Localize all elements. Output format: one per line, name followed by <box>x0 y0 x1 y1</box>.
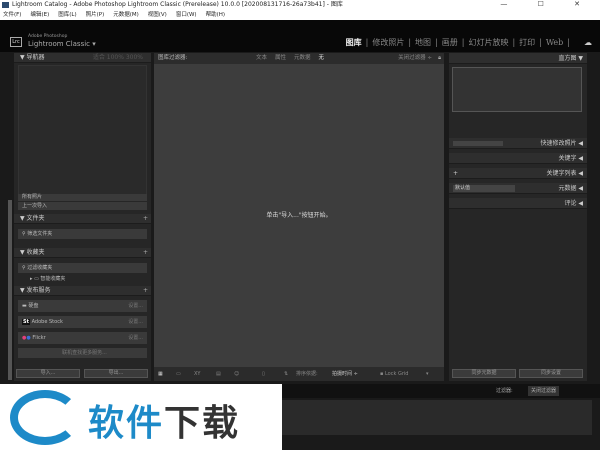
navigator-zoom[interactable]: 适合 100% 300% <box>93 53 143 63</box>
find-more-services-button[interactable]: 联机查找更多服务... <box>18 348 147 358</box>
filmstrip-filter-dropdown[interactable]: 关闭过滤器 <box>528 386 560 396</box>
module-slideshow[interactable]: 幻灯片放映 <box>468 38 508 47</box>
spray-can-icon[interactable]: ▯ <box>262 367 265 381</box>
brand-line1: Adobe Photoshop <box>28 34 68 39</box>
dragon-logo-icon <box>10 390 80 445</box>
brand-line2[interactable]: Lightroom Classic ▾ <box>28 40 96 48</box>
menu-window[interactable]: 窗口(W) <box>176 12 197 18</box>
histogram <box>452 67 582 112</box>
module-develop[interactable]: 修改照片 <box>372 38 404 47</box>
lock-grid-checkbox[interactable]: ▪ Lock Grid <box>380 367 408 381</box>
menu-edit[interactable]: 编辑(E) <box>30 12 49 18</box>
menu-library[interactable]: 图库(L) <box>58 12 76 18</box>
watermark-text: 软件下载 <box>88 403 241 444</box>
metadata-preset-dropdown[interactable]: 默认值 <box>453 185 515 192</box>
histogram-header[interactable]: 直方图 ▼ <box>449 53 587 64</box>
publish-services-header[interactable]: ▼ 发布服务 + <box>14 286 151 296</box>
left-panel: ▼ 导航器 适合 100% 300% 所有照片 上一次导入 ▼ 文件夹 + ⚲ 筛选… <box>14 53 151 381</box>
window-controls[interactable]: — ☐ ✕ <box>500 0 594 8</box>
people-view-icon[interactable]: ☺ <box>234 367 239 381</box>
quick-develop-header[interactable]: 快速修改照片 ◀ <box>449 138 587 149</box>
filter-collections-input[interactable]: ⚲ 过滤收藏夹 <box>18 263 147 273</box>
cloud-icon[interactable]: ☁ <box>584 38 592 47</box>
filter-folders-input[interactable]: ⚲ 筛选文件夹 <box>18 229 147 239</box>
folders-header[interactable]: ▼ 文件夹 + <box>14 214 151 224</box>
add-icon: + <box>142 287 148 294</box>
sync-metadata-button[interactable]: 同步元数据 <box>452 369 516 378</box>
collections-header[interactable]: ▼ 收藏夹 + <box>14 248 151 258</box>
import-button[interactable]: 导入... <box>16 369 80 378</box>
grid-view-icon[interactable]: ▦ <box>158 367 163 381</box>
lrc-logo: Lrc <box>10 37 22 47</box>
keyword-list-header[interactable]: + 关键字列表 ◀ <box>449 168 587 179</box>
import-hint: 单击"导入..."按钮开始。 <box>266 212 332 219</box>
toolbar-menu-icon[interactable]: ▾ <box>426 367 429 381</box>
add-icon: + <box>142 215 148 222</box>
keywording-header[interactable]: 关键字 ◀ <box>449 153 587 164</box>
menu-photo[interactable]: 照片(P) <box>86 12 105 18</box>
add-icon: + <box>142 249 148 256</box>
filmstrip-bar: 过滤器: 关闭过滤器 <box>282 384 600 398</box>
sort-dropdown[interactable]: 拍摄时间 ÷ <box>332 367 358 381</box>
survey-view-icon[interactable]: ▤ <box>216 367 221 381</box>
module-map[interactable]: 地图 <box>415 38 431 47</box>
lock-icon[interactable]: 🔒︎ <box>438 53 441 64</box>
module-print[interactable]: 打印 <box>519 38 535 47</box>
toolbar: ▦ ▭ XY ▤ ☺ ▯ ⇅ 排序依据: 拍摄时间 ÷ ▪ Lock Grid … <box>154 367 444 381</box>
menu-bar: 文件(F) 编辑(E) 图库(L) 照片(P) 元数据(M) 视图(V) 窗口(W) 帮助(H… <box>0 10 600 20</box>
menu-help[interactable]: 帮助(H) <box>206 12 225 18</box>
module-web[interactable]: Web <box>546 38 563 47</box>
export-button[interactable]: 导出... <box>84 369 148 378</box>
navigator-preview <box>18 65 147 197</box>
menu-view[interactable]: 视图(V) <box>148 12 167 18</box>
smart-collections[interactable]: ▸ ▭ 智能收藏夹 <box>18 274 147 284</box>
catalog-all-photos[interactable]: 所有照片 <box>18 194 147 201</box>
menu-file[interactable]: 文件(F) <box>3 12 21 18</box>
filter-attribute[interactable]: 属性 <box>275 55 286 61</box>
menu-metadata[interactable]: 元数据(M) <box>113 12 139 18</box>
sort-label: 排序依据: <box>296 371 318 377</box>
navigator-header[interactable]: ▼ 导航器 适合 100% 300% <box>14 53 151 63</box>
filmstrip-filter-label: 过滤器: <box>496 388 513 394</box>
filmstrip[interactable] <box>282 400 592 435</box>
module-library[interactable]: 图库 <box>346 37 362 47</box>
compare-view-icon[interactable]: XY <box>194 367 200 381</box>
filter-text[interactable]: 文本 <box>256 55 267 61</box>
filter-metadata[interactable]: 元数据 <box>294 55 311 61</box>
service-hard-drive[interactable]: ▬ 硬盘 设置... <box>18 300 147 312</box>
filter-label: 图库过滤器: <box>158 55 188 61</box>
module-picker: 图库 | 修改照片 | 地图 | 画册 | 幻灯片放映 | 打印 | Web | <box>345 37 570 47</box>
sync-settings-button[interactable]: 同步设置 <box>519 369 583 378</box>
metadata-header[interactable]: 默认值 元数据 ◀ <box>449 183 587 194</box>
filter-preset-dropdown[interactable]: 关闭过滤器 ÷ <box>398 53 432 64</box>
service-adobe-stock[interactable]: St Adobe Stock 设置... <box>18 316 147 328</box>
filter-none[interactable]: 无 <box>319 55 325 61</box>
app-icon <box>2 2 9 8</box>
catalog-last-import[interactable]: 上一次导入 <box>18 202 147 210</box>
add-icon: + <box>453 170 459 177</box>
quick-develop-preset[interactable] <box>453 141 503 146</box>
window-title: Lightroom Catalog - Adobe Photoshop Ligh… <box>12 1 343 8</box>
service-flickr[interactable]: ●● Flickr 设置... <box>18 332 147 344</box>
module-book[interactable]: 画册 <box>442 38 458 47</box>
sort-direction-icon[interactable]: ⇅ <box>284 367 288 381</box>
loupe-view-icon[interactable]: ▭ <box>176 367 181 381</box>
left-scrollbar[interactable] <box>8 200 12 380</box>
library-filter-bar: 图库过滤器: 文本 属性 元数据 无 关闭过滤器 ÷ 🔒︎ <box>154 53 444 64</box>
comments-header[interactable]: 评论 ◀ <box>449 198 587 209</box>
